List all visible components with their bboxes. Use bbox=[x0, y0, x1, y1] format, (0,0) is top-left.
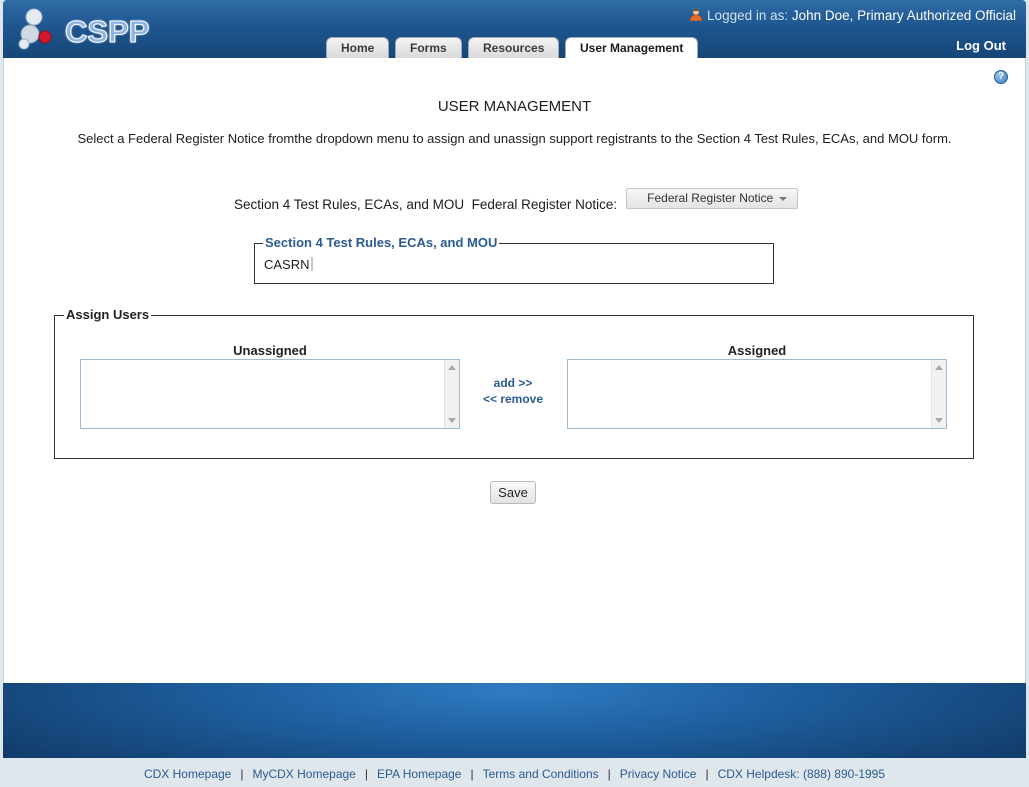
tab-user-management[interactable]: User Management bbox=[565, 37, 699, 59]
section4-fieldset: Section 4 Test Rules, ECAs, and MOU CASR… bbox=[254, 235, 774, 284]
frn-dropdown[interactable]: Federal Register Notice bbox=[626, 188, 799, 209]
molecule-logo-icon bbox=[18, 8, 52, 50]
add-button[interactable]: add >> bbox=[475, 375, 551, 391]
footer-link-terms[interactable]: Terms and Conditions bbox=[483, 767, 599, 781]
footer-separator: | bbox=[240, 767, 244, 781]
login-info: Logged in as: John Doe, Primary Authoriz… bbox=[689, 8, 1016, 23]
move-links: add >> << remove bbox=[475, 375, 551, 407]
page-title: USER MANAGEMENT bbox=[437, 98, 592, 115]
footer-separator: | bbox=[607, 767, 611, 781]
logout-link[interactable]: Log Out bbox=[956, 38, 1006, 53]
assigned-listbox[interactable] bbox=[567, 359, 947, 429]
assign-users-fieldset: Assign Users Unassigned add >> << remove… bbox=[54, 307, 974, 459]
help-icon[interactable]: ? bbox=[994, 70, 1008, 84]
save-button[interactable]: Save bbox=[490, 481, 536, 504]
scroll-up-icon[interactable] bbox=[448, 365, 456, 370]
assign-users-legend: Assign Users bbox=[64, 307, 152, 322]
scroll-down-icon[interactable] bbox=[935, 418, 943, 423]
footer-links: CDX Homepage | MyCDX Homepage | EPA Homepage… bbox=[0, 767, 1029, 781]
instructions-text: Select a Federal Register Notice fromthe… bbox=[77, 131, 952, 146]
footer-separator: | bbox=[364, 767, 368, 781]
frn-dropdown-value: Federal Register Notice bbox=[647, 191, 774, 205]
unassigned-title: Unassigned bbox=[233, 343, 307, 358]
assigned-scrollbar[interactable] bbox=[931, 360, 946, 428]
footer-band bbox=[3, 683, 1026, 758]
remove-button[interactable]: << remove bbox=[475, 391, 551, 407]
logo-text: CSPP bbox=[64, 14, 150, 50]
chevron-down-icon bbox=[779, 197, 788, 201]
main-nav-tabs: Home Forms Resources User Management bbox=[326, 37, 705, 59]
main-content: ? USER MANAGEMENT Select a Federal Regis… bbox=[3, 58, 1026, 683]
unassigned-listbox[interactable] bbox=[80, 359, 460, 429]
user-icon bbox=[689, 8, 703, 21]
tab-forms[interactable]: Forms bbox=[395, 37, 463, 58]
casrn-field[interactable]: CASRN bbox=[264, 257, 313, 272]
cspp-logo[interactable]: CSPP bbox=[17, 6, 157, 52]
footer-link-privacy[interactable]: Privacy Notice bbox=[620, 767, 697, 781]
frn-selector-row: Section 4 Test Rules, ECAs, and MOU Fede… bbox=[234, 185, 799, 212]
section4-legend: Section 4 Test Rules, ECAs, and MOU bbox=[263, 235, 500, 250]
user-name: John Doe, Primary Authorized Official bbox=[791, 8, 1016, 23]
footer-link-mycdx-homepage[interactable]: MyCDX Homepage bbox=[252, 767, 355, 781]
frn-label: Section 4 Test Rules, ECAs, and MOU Fede… bbox=[234, 197, 618, 212]
logged-in-label: Logged in as: bbox=[707, 8, 789, 23]
app-header: CSPP Logged in as: John Doe, Primary Aut… bbox=[3, 0, 1026, 59]
unassigned-scrollbar[interactable] bbox=[444, 360, 459, 428]
tab-home[interactable]: Home bbox=[326, 37, 390, 58]
footer-link-epa-homepage[interactable]: EPA Homepage bbox=[377, 767, 462, 781]
scroll-down-icon[interactable] bbox=[448, 418, 456, 423]
footer-link-cdx-homepage[interactable]: CDX Homepage bbox=[144, 767, 231, 781]
footer-link-helpdesk[interactable]: CDX Helpdesk: (888) 890-1995 bbox=[718, 767, 885, 781]
scroll-up-icon[interactable] bbox=[935, 365, 943, 370]
tab-resources[interactable]: Resources bbox=[468, 37, 560, 58]
assigned-title: Assigned bbox=[727, 343, 787, 358]
footer-separator: | bbox=[705, 767, 709, 781]
footer-separator: | bbox=[470, 767, 474, 781]
text-cursor bbox=[310, 257, 313, 271]
casrn-label: CASRN bbox=[264, 257, 310, 272]
